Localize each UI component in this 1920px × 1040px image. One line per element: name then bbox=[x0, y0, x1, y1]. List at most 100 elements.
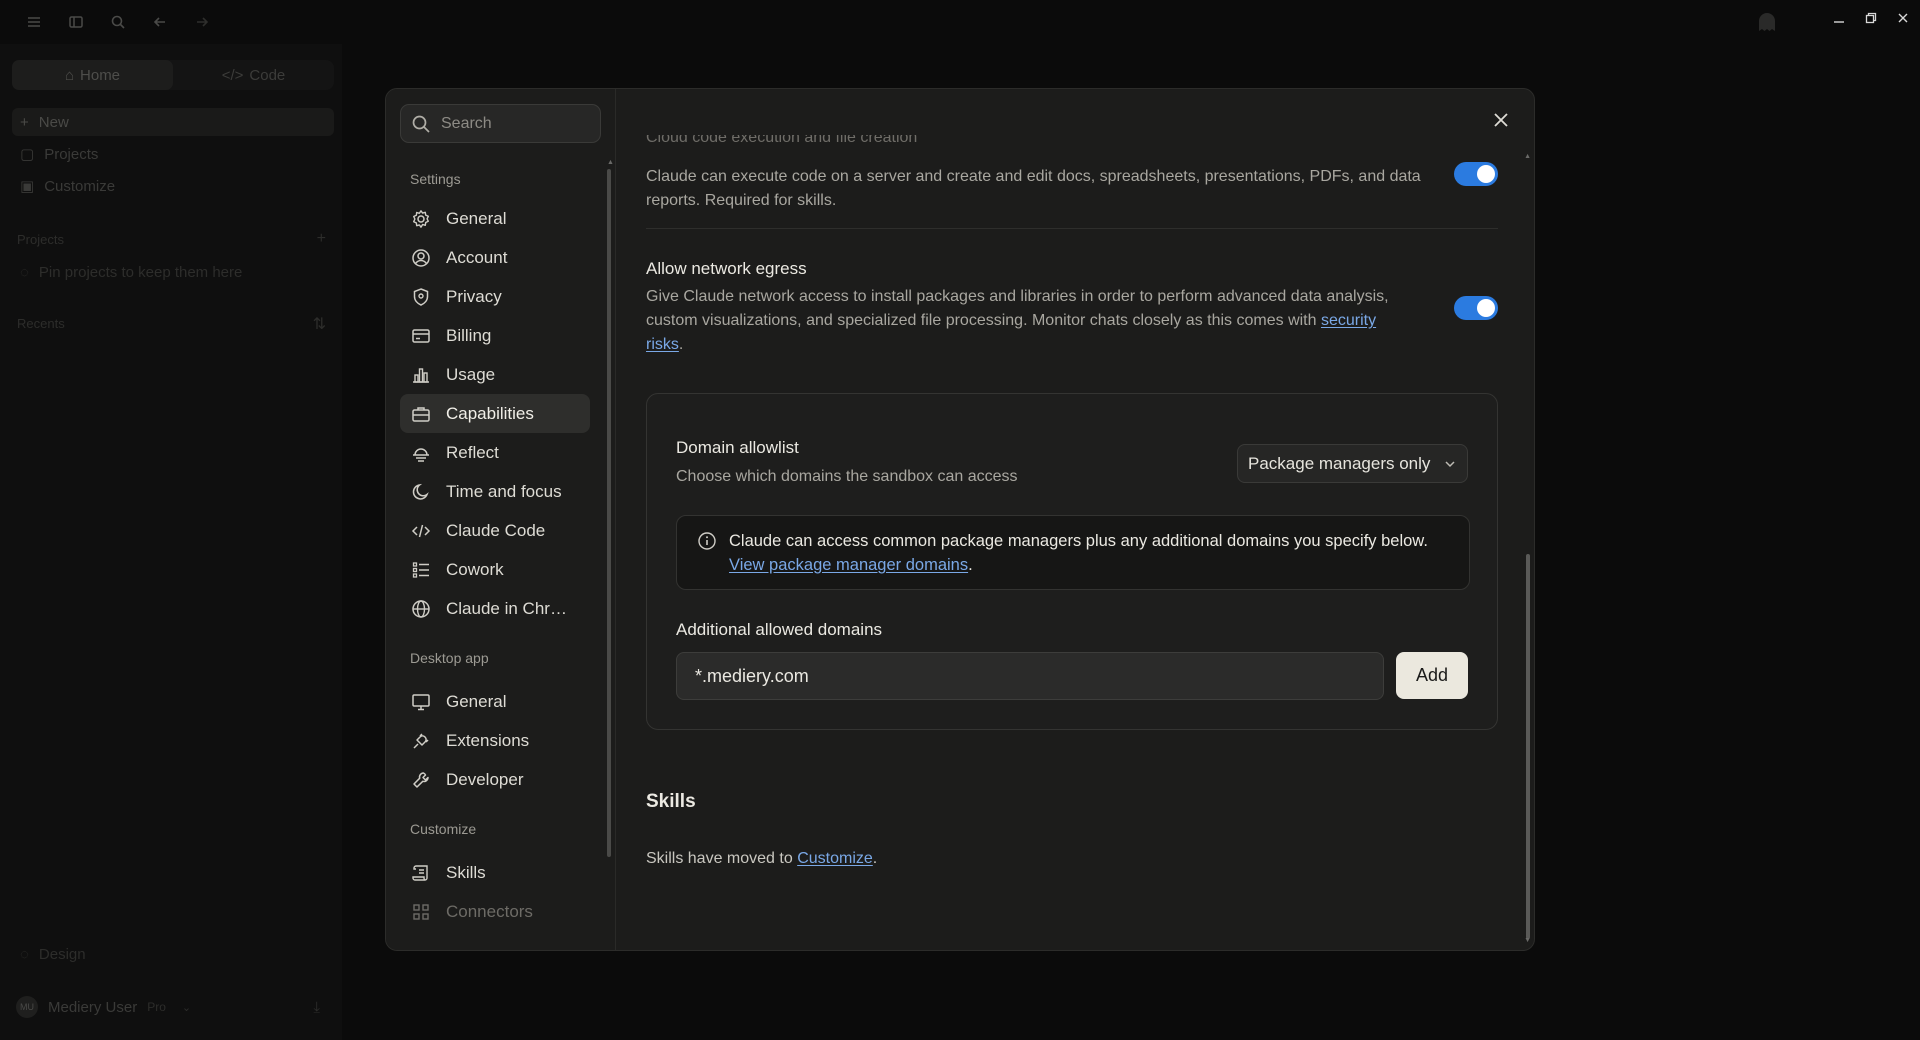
customize-link[interactable]: Customize bbox=[797, 850, 873, 867]
content-scroll-down-icon[interactable]: ▼ bbox=[1524, 937, 1531, 944]
nav-capabilities-label: Capabilities bbox=[446, 403, 534, 423]
mode-code-label: Code bbox=[249, 66, 286, 84]
nav-claude-in-chrome[interactable]: Claude in Chr… bbox=[400, 589, 590, 628]
nav-general-label: General bbox=[446, 208, 507, 228]
mode-home-tab[interactable]: ⌂ Home bbox=[12, 60, 173, 90]
plug-icon bbox=[410, 730, 432, 752]
additional-domain-input[interactable]: *.mediery.com bbox=[676, 652, 1384, 700]
package-manager-info: Claude can access common package manager… bbox=[676, 515, 1470, 590]
nav-account-label: Account bbox=[446, 247, 508, 267]
sunrise-icon bbox=[410, 442, 432, 464]
nav-time-and-focus[interactable]: Time and focus bbox=[400, 472, 590, 511]
projects-empty-text: Pin projects to keep them here bbox=[38, 263, 243, 281]
nav-usage-label: Usage bbox=[446, 364, 496, 384]
projects-label: Projects bbox=[44, 145, 99, 163]
menu-icon[interactable] bbox=[24, 12, 44, 32]
design-label: Design bbox=[38, 945, 86, 963]
design-link[interactable]: ◌ Design bbox=[12, 940, 334, 968]
mode-code-tab[interactable]: </> Code bbox=[173, 60, 334, 90]
skills-moved-text: Skills have moved to bbox=[646, 850, 793, 867]
design-icon: ◌ bbox=[20, 945, 29, 963]
content-scroll-up-icon[interactable]: ▲ bbox=[1524, 153, 1531, 160]
code-icon bbox=[410, 520, 432, 542]
search-icon[interactable] bbox=[108, 12, 128, 32]
grid-icon bbox=[410, 901, 432, 923]
window-close-icon[interactable] bbox=[1892, 8, 1914, 28]
nav-scroll-up-icon[interactable]: ▲ bbox=[607, 159, 614, 166]
nav-scrollbar[interactable] bbox=[607, 169, 611, 857]
customize-link[interactable]: ▣ Customize bbox=[12, 172, 334, 200]
network-egress-description: Give Claude network access to install pa… bbox=[646, 288, 1389, 353]
nav-claude-code[interactable]: Claude Code bbox=[400, 511, 590, 550]
customize-section-heading: Customize bbox=[410, 821, 477, 837]
domain-allowlist-select[interactable]: Package managers only bbox=[1237, 444, 1468, 483]
domain-allowlist-card: Domain allowlist Choose which domains th… bbox=[646, 393, 1498, 730]
chevron-down-icon bbox=[1443, 457, 1457, 471]
download-icon[interactable]: ⤓ bbox=[313, 999, 320, 1016]
skills-heading: Skills bbox=[646, 791, 696, 812]
user-menu[interactable]: MU Mediery User Pro ⌄ ⤓ bbox=[12, 990, 334, 1024]
background-sidebar: ⌂ Home </> Code + New ▢ Projects ▣ Custo… bbox=[0, 44, 342, 1040]
domain-allowlist-value: Package managers only bbox=[1248, 453, 1431, 473]
briefcase-icon: ▣ bbox=[20, 178, 35, 195]
nav-cowork[interactable]: Cowork bbox=[400, 550, 590, 589]
nav-reflect-label: Reflect bbox=[446, 442, 499, 462]
nav-connectors-label: Connectors bbox=[446, 901, 533, 921]
nav-billing[interactable]: Billing bbox=[400, 316, 590, 355]
code-icon: </> bbox=[221, 66, 244, 84]
toggle-knob bbox=[1477, 165, 1495, 183]
nav-skills[interactable]: Skills bbox=[400, 853, 590, 892]
bar-chart-icon bbox=[410, 364, 432, 386]
avatar: MU bbox=[16, 996, 38, 1018]
nav-connectors[interactable]: Connectors bbox=[400, 892, 590, 931]
projects-link[interactable]: ▢ Projects bbox=[12, 140, 334, 168]
network-egress-title: Allow network egress bbox=[646, 259, 807, 278]
recents-heading: Recents bbox=[17, 316, 65, 331]
customize-label: Customize bbox=[44, 177, 116, 195]
nav-general[interactable]: General bbox=[400, 199, 590, 238]
close-icon bbox=[1494, 113, 1508, 127]
wrench-icon bbox=[410, 769, 432, 791]
nav-list: Settings General Account Privacy Billing… bbox=[400, 159, 610, 939]
nav-privacy[interactable]: Privacy bbox=[400, 277, 590, 316]
close-modal-button[interactable] bbox=[1486, 105, 1516, 135]
new-chat-button[interactable]: + New bbox=[12, 108, 334, 136]
plan-badge: Pro bbox=[147, 1000, 166, 1014]
nav-extensions[interactable]: Extensions bbox=[400, 721, 590, 760]
mode-home-label: Home bbox=[80, 66, 121, 84]
add-domain-button[interactable]: Add bbox=[1396, 652, 1468, 699]
minimize-icon[interactable] bbox=[1828, 8, 1850, 28]
mode-switch: ⌂ Home </> Code bbox=[12, 60, 334, 90]
nav-developer-label: Developer bbox=[446, 769, 524, 789]
info-text: Claude can access common package manager… bbox=[729, 532, 1428, 550]
nav-developer[interactable]: Developer bbox=[400, 760, 590, 799]
nav-time-and-focus-label: Time and focus bbox=[446, 481, 562, 501]
chevron-down-icon: ⌄ bbox=[181, 1001, 192, 1014]
nav-capabilities[interactable]: Capabilities bbox=[400, 394, 590, 433]
skills-moved-note: Skills have moved to Customize. bbox=[646, 850, 878, 867]
shield-icon bbox=[410, 286, 432, 308]
nav-account[interactable]: Account bbox=[400, 238, 590, 277]
back-arrow-icon[interactable] bbox=[150, 12, 170, 32]
recents-sort-icon[interactable]: ⇅ bbox=[313, 314, 326, 334]
nav-reflect[interactable]: Reflect bbox=[400, 433, 590, 472]
nav-desktop-general[interactable]: General bbox=[400, 682, 590, 721]
nav-desktop-general-label: General bbox=[446, 691, 507, 711]
content-scrollbar[interactable] bbox=[1526, 554, 1530, 939]
search-input[interactable] bbox=[441, 114, 581, 133]
forward-arrow-icon[interactable] bbox=[192, 12, 212, 32]
view-package-domains-link[interactable]: View package manager domains bbox=[729, 556, 968, 574]
restore-icon[interactable] bbox=[1860, 8, 1882, 28]
sidebar-toggle-icon[interactable] bbox=[66, 12, 86, 32]
code-execution-toggle[interactable] bbox=[1454, 162, 1498, 186]
add-project-icon[interactable]: + bbox=[317, 230, 326, 248]
section-divider bbox=[646, 228, 1498, 229]
briefcase-icon bbox=[410, 403, 432, 425]
search-icon bbox=[411, 114, 431, 134]
settings-search[interactable] bbox=[400, 104, 601, 143]
nav-usage[interactable]: Usage bbox=[400, 355, 590, 394]
settings-nav: Settings General Account Privacy Billing… bbox=[386, 89, 616, 950]
scroll-icon bbox=[410, 862, 432, 884]
network-egress-toggle[interactable] bbox=[1454, 296, 1498, 320]
network-egress-text: Give Claude network access to install pa… bbox=[646, 288, 1389, 329]
